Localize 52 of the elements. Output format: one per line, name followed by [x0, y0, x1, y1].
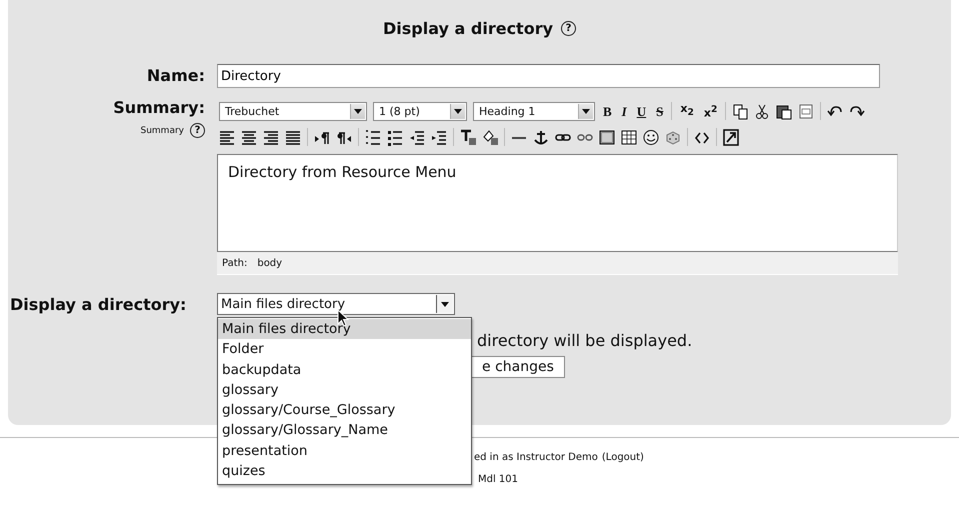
editor-area[interactable]: Directory from Resource Menu: [217, 154, 898, 252]
indent-icon[interactable]: [431, 128, 447, 146]
name-label: Name:: [146, 66, 205, 85]
scissors-icon[interactable]: [754, 102, 770, 120]
smiley-icon[interactable]: [643, 128, 659, 146]
directory-note: directory will be displayed.: [477, 331, 692, 350]
help-icon[interactable]: ?: [561, 20, 576, 36]
help-icon[interactable]: ?: [190, 123, 205, 138]
script-button[interactable]: x$^{2}$: [702, 100, 720, 122]
strikethrough-button[interactable]: S: [654, 102, 666, 120]
dropdown-option[interactable]: presentation: [218, 440, 471, 462]
table-icon[interactable]: [621, 128, 637, 146]
directory-select[interactable]: Main files directory: [217, 293, 455, 315]
login-info: ed in as Instructor Demo: [474, 452, 598, 463]
italic-button[interactable]: I: [620, 102, 629, 120]
align-left-icon[interactable]: [219, 128, 235, 146]
numbered-list-icon[interactable]: [365, 128, 381, 146]
dropdown-option[interactable]: glossary/Course_Glossary: [218, 400, 471, 420]
summary-label: Summary:: [113, 98, 205, 118]
course-link[interactable]: Mdl 101: [478, 474, 518, 485]
toolbar-dropdown[interactable]: Heading 1: [473, 102, 595, 120]
toolbar-dropdown[interactable]: 1 (8 pt): [373, 102, 467, 120]
dropdown-option[interactable]: Main files directory: [218, 319, 471, 340]
bullet-list-icon[interactable]: [387, 128, 403, 146]
align-justify-icon[interactable]: [285, 128, 301, 146]
image-icon[interactable]: [599, 128, 615, 146]
dice-icon[interactable]: [665, 128, 681, 146]
clipboard-icon[interactable]: [776, 102, 792, 120]
logout-link[interactable]: (Logout): [602, 452, 644, 463]
toolbar-dropdown[interactable]: Trebuchet: [219, 102, 367, 120]
name-field[interactable]: Directory: [217, 64, 880, 88]
directory-label: Display a directory:: [10, 295, 186, 314]
fullscreen-icon[interactable]: [723, 128, 739, 146]
anchor-icon[interactable]: [533, 128, 549, 146]
path-value: body: [257, 258, 282, 268]
form-heading: Display a directory: [382, 18, 554, 38]
dropdown-option[interactable]: glossary: [218, 380, 471, 400]
summary-help-label: Summary: [140, 126, 184, 136]
align-center-icon[interactable]: [241, 128, 257, 146]
paste-document-icon[interactable]: [798, 102, 814, 120]
script-button[interactable]: x$_{2}$: [678, 100, 696, 122]
dropdown-option[interactable]: quizes: [218, 461, 471, 482]
align-right-icon[interactable]: [263, 128, 279, 146]
outdent-icon[interactable]: [409, 128, 425, 146]
copy-icon[interactable]: [732, 102, 748, 120]
bold-button[interactable]: B: [601, 102, 614, 120]
fill-color-icon[interactable]: [482, 128, 498, 146]
editor-text: Directory from Resource Menu: [228, 163, 458, 181]
text-color-icon[interactable]: [460, 128, 476, 146]
path-label: Path:: [222, 258, 248, 268]
dropdown-option[interactable]: glossary/Glossary_Name: [218, 420, 471, 441]
underline-button[interactable]: U: [634, 102, 648, 120]
